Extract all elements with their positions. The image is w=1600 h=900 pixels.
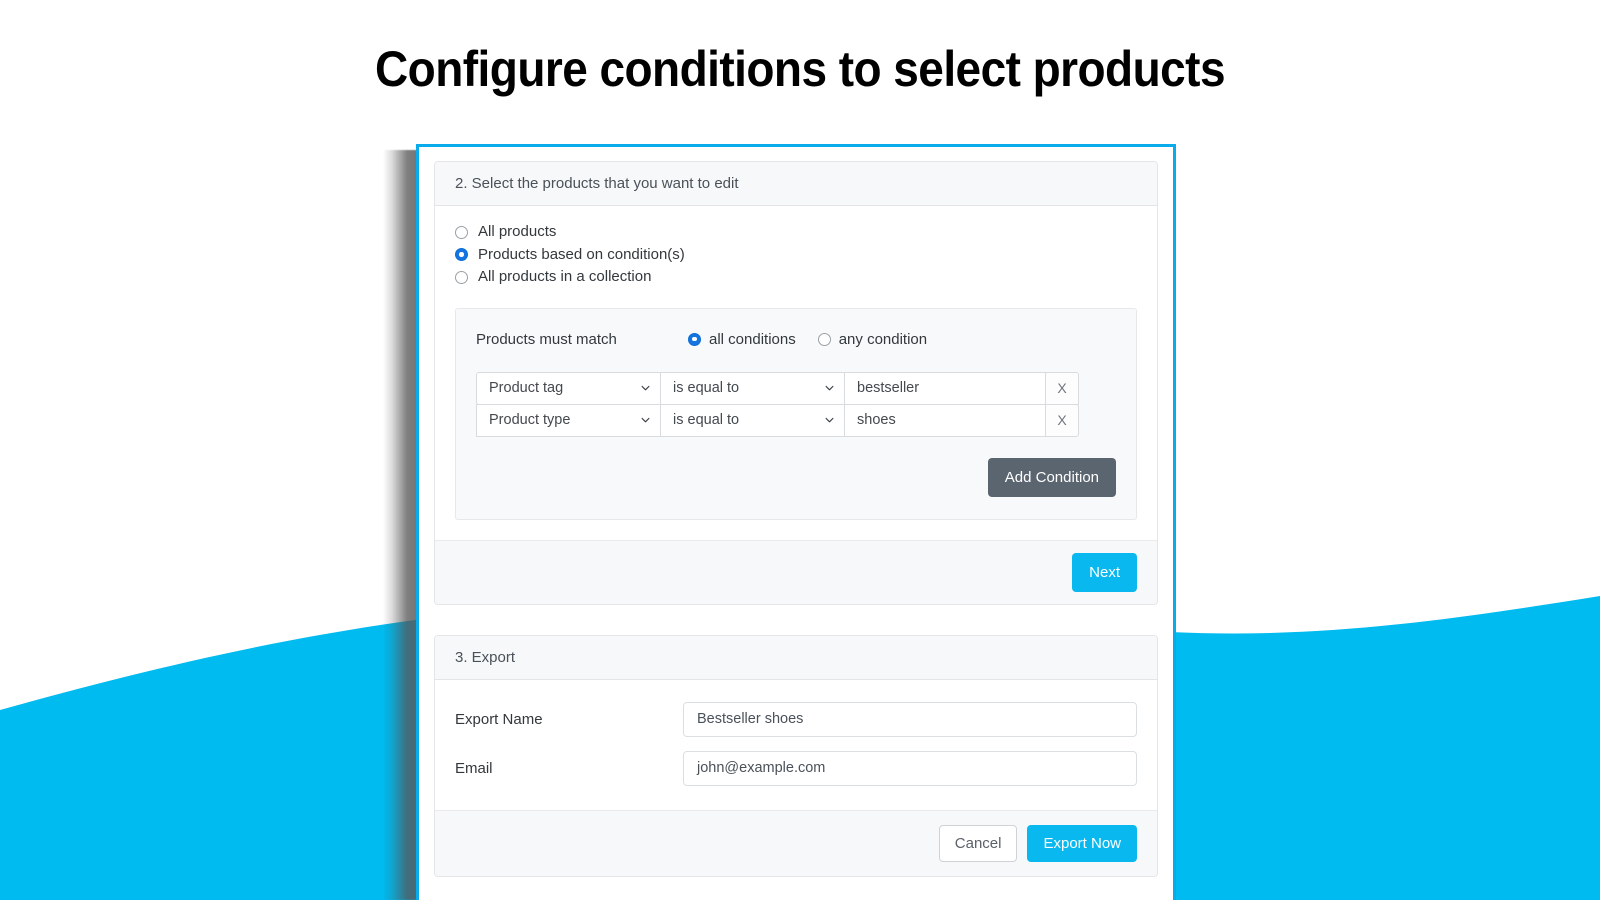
page-title: Configure conditions to select products — [375, 41, 1226, 97]
scope-option-all-products[interactable]: All products — [455, 223, 1137, 241]
radio-icon-all-products[interactable] — [455, 225, 468, 239]
condition-operator-select[interactable]: is equal to — [660, 371, 845, 405]
export-name-input[interactable]: Bestseller shoes — [683, 701, 1137, 737]
radio-icon-conditions[interactable] — [455, 248, 468, 262]
remove-condition-button[interactable]: X — [1045, 371, 1079, 405]
scope-option-label: Products based on condition(s) — [478, 245, 685, 263]
export-name-value: Bestseller shoes — [697, 711, 804, 727]
chevron-down-icon — [641, 385, 650, 391]
export-now-button[interactable]: Export Now — [1027, 824, 1137, 862]
condition-value-text: bestseller — [857, 380, 920, 396]
match-option-all-conditions[interactable]: all conditions — [688, 331, 796, 348]
condition-field-select[interactable]: Product tag — [476, 371, 661, 405]
close-icon: X — [1057, 412, 1067, 428]
cancel-button[interactable]: Cancel — [938, 824, 1018, 862]
next-button[interactable]: Next — [1072, 552, 1137, 592]
scope-option-conditions[interactable]: Products based on condition(s) — [455, 245, 1137, 264]
condition-row: Product tag is equal to bestseller X — [476, 371, 1116, 405]
condition-value-input[interactable]: shoes — [844, 403, 1046, 437]
export-name-row: Export Name Bestseller shoes — [455, 701, 1137, 737]
email-row: Email john@example.com — [455, 750, 1137, 786]
condition-operator-value: is equal to — [673, 380, 740, 396]
match-mode-label: Products must match — [476, 330, 617, 348]
screenshot-stage: Configure conditions to select products … — [0, 0, 1600, 900]
condition-operator-value: is equal to — [673, 412, 740, 428]
export-card-header: 3. Export — [435, 635, 1157, 680]
select-products-card-footer: Next — [435, 539, 1157, 604]
match-option-label: any condition — [838, 330, 928, 348]
email-value: john@example.com — [697, 760, 826, 776]
condition-value-input[interactable]: bestseller — [844, 371, 1046, 405]
condition-field-value: Product type — [489, 412, 571, 428]
condition-value-text: shoes — [857, 412, 896, 428]
scope-option-label: All products in a collection — [478, 268, 652, 285]
select-products-card: 2. Select the products that you want to … — [434, 161, 1158, 605]
condition-operator-select[interactable]: is equal to — [660, 403, 845, 437]
chevron-down-icon — [825, 417, 834, 423]
app-screenshot-panel: 2. Select the products that you want to … — [416, 144, 1176, 900]
conditions-panel: Products must match all conditions any c… — [455, 307, 1137, 520]
add-condition-button[interactable]: Add Condition — [987, 457, 1116, 497]
select-products-card-header: 2. Select the products that you want to … — [435, 162, 1157, 206]
scope-option-label: All products — [478, 223, 557, 240]
match-option-label: all conditions — [709, 330, 796, 348]
add-condition-row: Add Condition — [476, 457, 1116, 497]
export-name-label: Export Name — [455, 710, 543, 728]
condition-field-value: Product tag — [489, 380, 564, 396]
chevron-down-icon — [641, 417, 650, 423]
close-icon: X — [1057, 380, 1067, 396]
radio-icon-all-conditions[interactable] — [688, 332, 701, 346]
export-card: 3. Export Export Name Bestseller shoes E… — [434, 634, 1158, 877]
scope-option-collection[interactable]: All products in a collection — [455, 268, 1137, 286]
scope-radio-group: All products Products based on condition… — [455, 223, 1137, 286]
email-field[interactable]: john@example.com — [683, 750, 1137, 786]
remove-condition-button[interactable]: X — [1045, 403, 1079, 437]
export-card-body: Export Name Bestseller shoes Email john@… — [435, 680, 1157, 810]
condition-row: Product type is equal to shoes X — [476, 403, 1116, 437]
email-label: Email — [455, 759, 493, 777]
select-products-card-body: All products Products based on condition… — [435, 206, 1157, 540]
radio-icon-collection[interactable] — [455, 270, 468, 284]
condition-field-select[interactable]: Product type — [476, 403, 661, 437]
match-option-any-condition[interactable]: any condition — [817, 330, 928, 348]
export-card-footer: Cancel Export Now — [435, 809, 1157, 876]
chevron-down-icon — [825, 385, 834, 391]
radio-icon-any-condition[interactable] — [817, 332, 831, 346]
match-mode-row: Products must match all conditions any c… — [476, 331, 1116, 348]
